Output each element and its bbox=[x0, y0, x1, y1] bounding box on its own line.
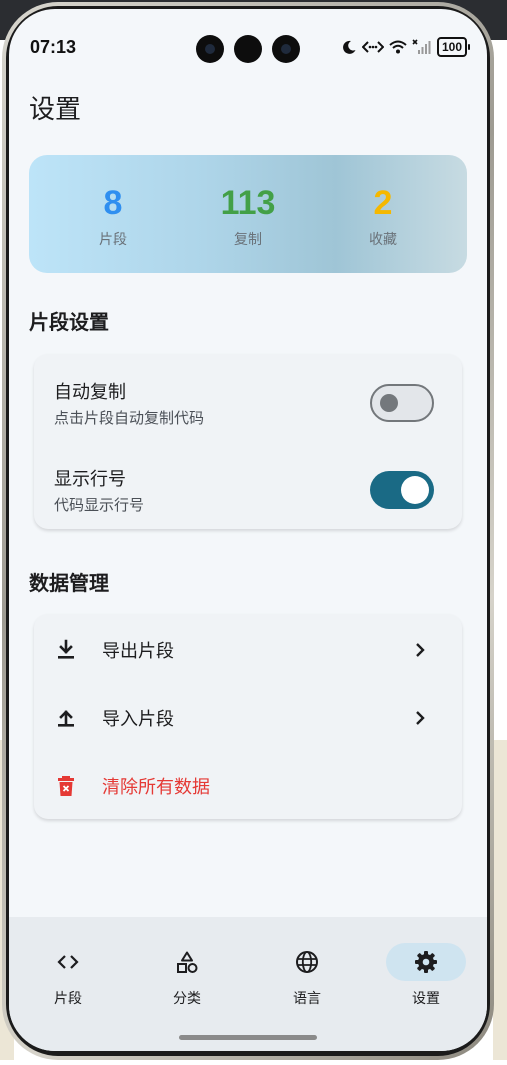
camera-icon bbox=[196, 35, 224, 63]
page-title: 设置 bbox=[29, 95, 82, 125]
setting-description: 点击片段自动复制代码 bbox=[54, 409, 205, 427]
stats-card: 8 片段 113 复制 2 收藏 bbox=[29, 155, 467, 273]
globe-icon bbox=[296, 951, 318, 973]
setting-title: 自动复制 bbox=[54, 382, 126, 403]
status-time: 07:13 bbox=[30, 37, 77, 57]
chevron-right-icon bbox=[416, 711, 425, 725]
download-icon bbox=[58, 639, 74, 659]
nav-label: 片段 bbox=[54, 991, 82, 1007]
upload-icon bbox=[58, 710, 74, 727]
section-title-data-management: 数据管理 bbox=[29, 571, 109, 595]
trash-icon bbox=[58, 776, 74, 796]
app-screen: 07:13 100 设置 8 片段 113 复制 2 收藏 片段设置 自动复制 … bbox=[9, 9, 487, 1051]
section-title-snippet-settings: 片段设置 bbox=[29, 310, 109, 334]
export-snippets-row[interactable]: 导出片段 bbox=[34, 616, 462, 684]
setting-title: 显示行号 bbox=[54, 469, 126, 490]
stat-snippets: 8 片段 bbox=[53, 183, 173, 249]
setting-description: 代码显示行号 bbox=[54, 496, 145, 514]
clear-all-data-row[interactable]: 清除所有数据 bbox=[34, 752, 462, 820]
data-management-card: 导出片段 导入片段 清除所有数据 bbox=[34, 614, 462, 819]
stat-favorites: 2 收藏 bbox=[323, 183, 443, 249]
import-snippets-row[interactable]: 导入片段 bbox=[34, 684, 462, 752]
wifi-icon bbox=[389, 40, 407, 54]
nav-label: 分类 bbox=[173, 991, 201, 1007]
stat-copies: 113 复制 bbox=[188, 183, 308, 249]
stat-value: 2 bbox=[373, 184, 393, 222]
setting-row-line-numbers[interactable]: 显示行号 代码显示行号 bbox=[34, 449, 462, 525]
chevron-right-icon bbox=[416, 643, 425, 657]
stat-value: 113 bbox=[220, 184, 276, 222]
nav-tab-categories[interactable]: 分类 bbox=[137, 933, 237, 1013]
action-label: 清除所有数据 bbox=[102, 777, 210, 798]
snippet-settings-card: 自动复制 点击片段自动复制代码 显示行号 代码显示行号 bbox=[34, 354, 462, 529]
camera-icon bbox=[272, 35, 300, 63]
action-label: 导入片段 bbox=[102, 709, 174, 730]
moon-icon bbox=[343, 40, 356, 54]
stat-label: 复制 bbox=[234, 232, 262, 248]
nav-tab-languages[interactable]: 语言 bbox=[257, 933, 357, 1013]
camera-icon bbox=[234, 35, 262, 63]
action-label: 导出片段 bbox=[102, 641, 174, 662]
gear-icon bbox=[415, 951, 437, 973]
code-icon bbox=[57, 955, 79, 969]
signal-icon bbox=[412, 39, 431, 54]
stat-label: 收藏 bbox=[369, 232, 397, 248]
status-bar: 07:13 100 bbox=[9, 9, 487, 69]
nav-tab-settings[interactable]: 设置 bbox=[376, 933, 476, 1013]
setting-row-auto-copy[interactable]: 自动复制 点击片段自动复制代码 bbox=[34, 362, 462, 438]
data-sync-icon bbox=[361, 41, 384, 53]
home-indicator[interactable] bbox=[179, 1035, 317, 1040]
nav-label: 语言 bbox=[293, 991, 321, 1007]
status-icons: 100 bbox=[341, 36, 471, 58]
stat-label: 片段 bbox=[99, 232, 127, 248]
shapes-icon bbox=[177, 951, 198, 973]
bottom-navigation: 片段 分类 语言 设置 bbox=[9, 917, 487, 1051]
line-numbers-toggle[interactable] bbox=[370, 471, 434, 509]
nav-label: 设置 bbox=[412, 991, 440, 1007]
battery-indicator: 100 bbox=[436, 37, 471, 57]
nav-tab-snippets[interactable]: 片段 bbox=[18, 933, 118, 1013]
auto-copy-toggle[interactable] bbox=[370, 384, 434, 422]
background-strip bbox=[493, 740, 507, 1060]
stat-value: 8 bbox=[103, 184, 123, 222]
